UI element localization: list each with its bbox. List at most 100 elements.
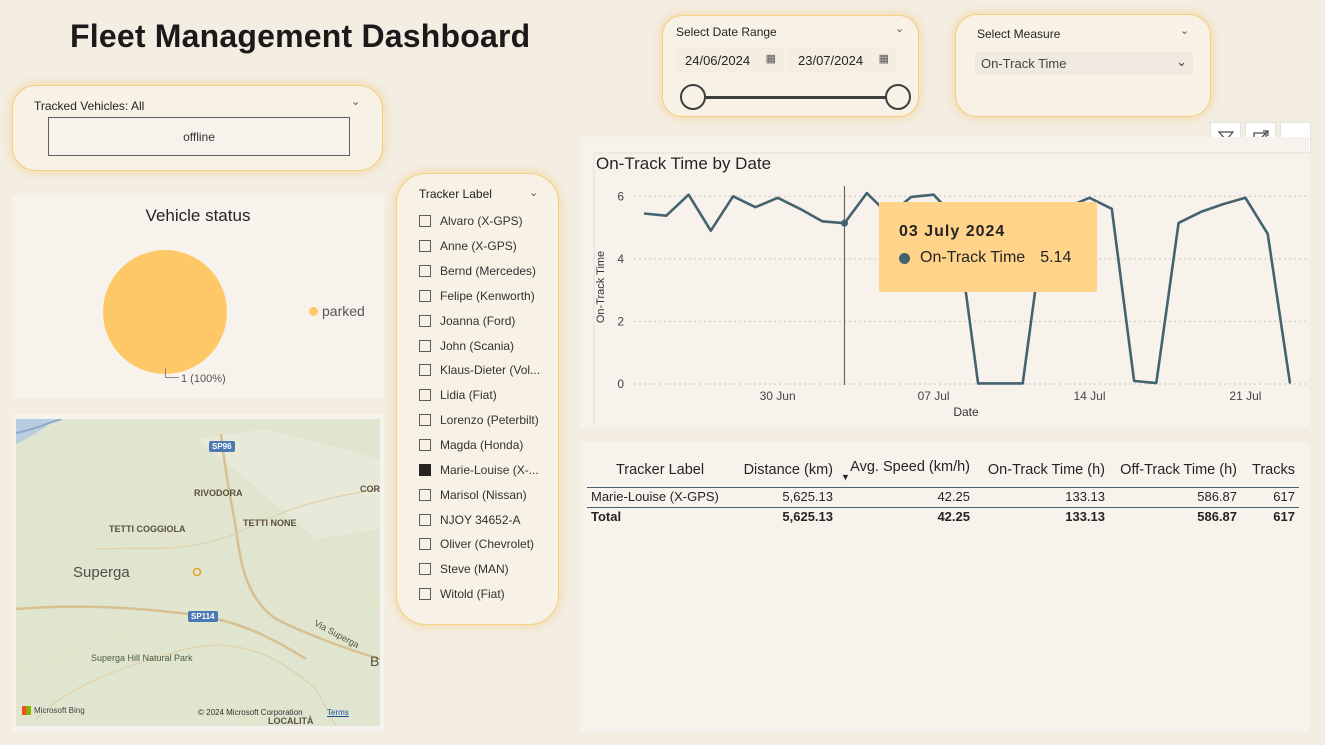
end-date-input[interactable]: 23/07/2024 ▦ bbox=[789, 48, 897, 72]
slicer-item[interactable]: Felipe (Kenworth) bbox=[419, 284, 559, 309]
table-total-cell: 617 bbox=[1241, 507, 1299, 527]
legend-dot bbox=[309, 306, 318, 316]
slicer-item[interactable]: John (Scania) bbox=[419, 333, 559, 358]
slicer-item[interactable]: Oliver (Chevrolet) bbox=[419, 532, 559, 557]
x-tick-label: 30 Jun bbox=[760, 389, 796, 403]
column-header-on-track-time[interactable]: On-Track Time (h) bbox=[974, 456, 1109, 488]
slicer-item[interactable]: Witold (Fiat) bbox=[419, 582, 559, 607]
checkbox[interactable] bbox=[419, 364, 431, 377]
date-slider-start-handle[interactable] bbox=[680, 84, 706, 110]
slicer-item[interactable]: Magda (Honda) bbox=[419, 433, 559, 458]
checkbox[interactable] bbox=[419, 314, 431, 327]
column-header-avg-speed-label: Avg. Speed (km/h) bbox=[850, 459, 970, 475]
map-label-rivodora: RIVODORA bbox=[194, 488, 243, 498]
checkbox[interactable] bbox=[419, 389, 431, 402]
table-cell: 133.13 bbox=[974, 487, 1109, 508]
pie-slice-parked[interactable] bbox=[103, 250, 227, 374]
tracker-list: Alvaro (X-GPS) Anne (X-GPS) Bernd (Mercede… bbox=[419, 209, 559, 607]
slicer-item[interactable]: Marie-Louise (X-... bbox=[419, 457, 559, 482]
checkbox[interactable] bbox=[419, 439, 431, 452]
map-terms-link[interactable]: Terms bbox=[327, 708, 349, 717]
map-visual: SP96 SP114 RIVODORA TETTI COGGIOLA TETTI… bbox=[12, 414, 384, 732]
table-cell: Marie-Louise (X-GPS) bbox=[587, 487, 733, 508]
table-cell: 42.25 bbox=[837, 487, 974, 508]
slicer-item-label: Marie-Louise (X-... bbox=[440, 462, 539, 477]
map-label-tetti-none: TETTI NONE bbox=[243, 518, 297, 528]
chevron-down-icon[interactable]: ⌄ bbox=[529, 186, 538, 199]
start-date-input[interactable]: 24/06/2024 ▦ bbox=[676, 48, 784, 72]
chevron-down-icon[interactable]: ⌄ bbox=[1180, 24, 1189, 37]
checkbox[interactable] bbox=[419, 265, 431, 278]
bing-logo: Microsoft Bing bbox=[22, 706, 85, 715]
vehicle-status-title: Vehicle status bbox=[145, 206, 251, 225]
checkbox[interactable] bbox=[419, 215, 431, 228]
tracker-table: Tracker Label Distance (km) Avg. Speed (… bbox=[580, 442, 1309, 732]
map-label-superga-park: Superga Hill Natural Park bbox=[91, 653, 193, 663]
slicer-item[interactable]: Anne (X-GPS) bbox=[419, 234, 559, 259]
column-header-avg-speed[interactable]: Avg. Speed (km/h) ▼ bbox=[837, 456, 974, 488]
calendar-icon[interactable]: ▦ bbox=[879, 52, 889, 65]
slicer-item[interactable]: Lidia (Fiat) bbox=[419, 383, 559, 408]
legend-item-parked[interactable]: parked bbox=[309, 303, 365, 319]
checkbox[interactable] bbox=[419, 289, 431, 302]
checkbox[interactable] bbox=[419, 463, 431, 476]
slicer-item-label: Joanna (Ford) bbox=[440, 313, 516, 328]
slicer-item-label: Marisol (Nissan) bbox=[440, 487, 527, 502]
vehicle-status-chart: Vehicle status 1 (100%) parked bbox=[12, 195, 384, 398]
checkbox[interactable] bbox=[419, 488, 431, 501]
tooltip-series-name: On-Track Time bbox=[920, 249, 1026, 266]
date-slider-end-handle[interactable] bbox=[885, 84, 911, 110]
checkbox[interactable] bbox=[419, 563, 431, 576]
slicer-item[interactable]: Alvaro (X-GPS) bbox=[419, 209, 559, 234]
measure-dropdown[interactable]: On-Track Time ⌄ bbox=[975, 52, 1193, 75]
x-tick-label: 07 Jul bbox=[918, 389, 950, 403]
bing-attribution: Microsoft Bing bbox=[34, 706, 85, 715]
column-header-off-track-time[interactable]: Off-Track Time (h) bbox=[1109, 456, 1241, 488]
column-header-tracks[interactable]: Tracks bbox=[1241, 456, 1299, 488]
chevron-down-icon[interactable]: ⌄ bbox=[895, 22, 904, 35]
x-tick-label: 21 Jul bbox=[1229, 389, 1261, 403]
date-slider-track[interactable] bbox=[693, 96, 898, 99]
slicer-item[interactable]: Lorenzo (Peterbilt) bbox=[419, 408, 559, 433]
tooltip-row: On-Track Time 5.14 bbox=[899, 249, 1071, 267]
slicer-item[interactable]: Joanna (Ford) bbox=[419, 308, 559, 333]
checkbox[interactable] bbox=[419, 339, 431, 352]
slicer-item[interactable]: Klaus-Dieter (Vol... bbox=[419, 358, 559, 383]
legend-label: parked bbox=[322, 303, 365, 319]
table-row[interactable]: Marie-Louise (X-GPS) 5,625.13 42.25 133.… bbox=[587, 487, 1299, 508]
table-total-cell: 5,625.13 bbox=[733, 507, 837, 527]
checkbox[interactable] bbox=[419, 538, 431, 551]
hover-data-point[interactable] bbox=[840, 219, 848, 227]
chevron-down-icon[interactable]: ⌄ bbox=[351, 95, 360, 108]
date-range-slicer: Select Date Range ⌄ 24/06/2024 ▦ 23/07/2… bbox=[662, 15, 919, 117]
map-label-tetti-coggiola: TETTI COGGIOLA bbox=[109, 524, 186, 534]
checkbox[interactable] bbox=[419, 414, 431, 427]
tooltip-series-dot bbox=[899, 252, 910, 264]
slicer-item[interactable]: NJOY 34652-A bbox=[419, 507, 559, 532]
measure-slicer: Select Measure ⌄ On-Track Time ⌄ bbox=[955, 14, 1211, 117]
slicer-item[interactable]: Bernd (Mercedes) bbox=[419, 259, 559, 284]
y-tick-label: 4 bbox=[617, 252, 624, 266]
start-date-value: 24/06/2024 bbox=[685, 52, 751, 68]
map-canvas[interactable]: SP96 SP114 RIVODORA TETTI COGGIOLA TETTI… bbox=[16, 419, 380, 726]
slicer-item-label: Lorenzo (Peterbilt) bbox=[440, 413, 539, 428]
column-header-tracker-label[interactable]: Tracker Label bbox=[587, 456, 733, 488]
tooltip-date: 03 July 2024 bbox=[899, 223, 1006, 240]
y-tick-label: 6 bbox=[617, 189, 624, 203]
slicer-item-label: Bernd (Mercedes) bbox=[440, 264, 537, 279]
table-total-row: Total 5,625.13 42.25 133.13 586.87 617 bbox=[587, 507, 1299, 527]
slicer-item[interactable]: Marisol (Nissan) bbox=[419, 482, 559, 507]
checkbox[interactable] bbox=[419, 513, 431, 526]
slicer-item-label: Oliver (Chevrolet) bbox=[440, 537, 535, 552]
tracked-vehicles-option-offline[interactable]: offline bbox=[48, 117, 350, 156]
road-badge-sp114: SP114 bbox=[188, 611, 218, 622]
page-title: Fleet Management Dashboard bbox=[70, 18, 531, 54]
y-tick-label: 0 bbox=[617, 377, 624, 391]
calendar-icon[interactable]: ▦ bbox=[766, 52, 776, 65]
checkbox[interactable] bbox=[419, 588, 431, 601]
slicer-item[interactable]: Steve (MAN) bbox=[419, 557, 559, 582]
slice-callout-line bbox=[165, 368, 179, 378]
checkbox[interactable] bbox=[419, 240, 431, 253]
column-header-distance[interactable]: Distance (km) bbox=[733, 456, 837, 488]
slicer-item-label: Felipe (Kenworth) bbox=[440, 288, 535, 303]
